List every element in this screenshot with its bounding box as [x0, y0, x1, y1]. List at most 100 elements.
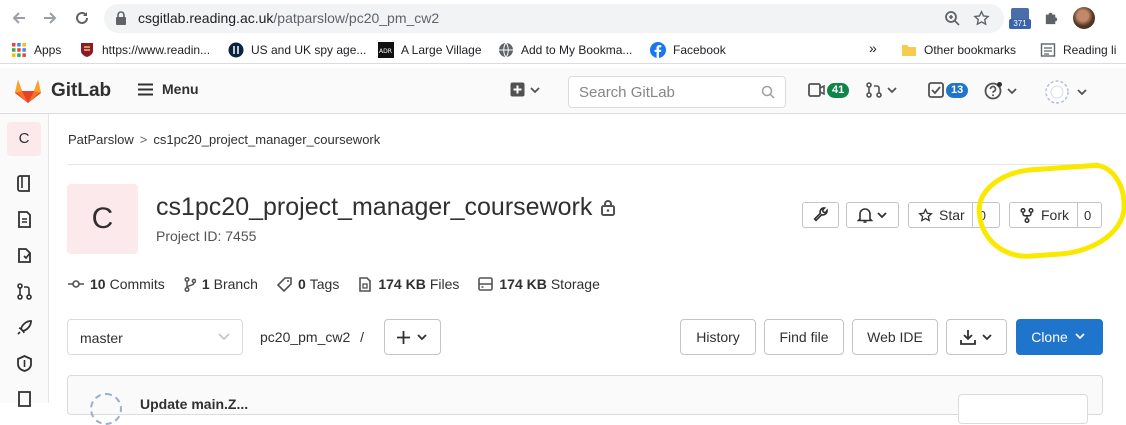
sidebar-project-avatar[interactable]: C [7, 122, 41, 156]
reading-list[interactable]: Reading li [1040, 42, 1116, 58]
todo-check-icon [928, 82, 944, 98]
forward-arrow-icon[interactable] [41, 9, 59, 27]
tags-label: Tags [309, 276, 340, 292]
notification-dropdown[interactable] [846, 202, 899, 228]
storage-icon [478, 277, 494, 291]
bookmark-spy[interactable]: US and UK spy age... [228, 42, 366, 58]
tags-stat[interactable]: 0 Tags [276, 276, 340, 292]
merge-requests-dropdown[interactable] [866, 82, 898, 98]
files-label: Files [429, 276, 460, 292]
bookmark-add[interactable]: Add to My Bookma... [498, 42, 632, 58]
download-dropdown[interactable] [946, 319, 1007, 355]
back-arrow-icon[interactable] [10, 9, 28, 27]
chevron-down-icon [887, 87, 897, 94]
user-menu-dropdown[interactable] [1044, 79, 1088, 105]
commit-icon [68, 280, 84, 288]
breadcrumb-project[interactable]: cs1pc20_project_manager_coursework [153, 132, 380, 147]
commits-stat[interactable]: 10 Commits [68, 276, 165, 292]
wrench-icon [812, 207, 828, 222]
bookmark-label: Add to My Bookma... [521, 43, 633, 57]
shield-icon[interactable] [16, 355, 33, 372]
tags-count: 0 [297, 276, 306, 292]
rocket-icon[interactable] [16, 319, 33, 336]
menu-button[interactable]: Menu [138, 81, 199, 97]
branch-selector[interactable]: master [67, 319, 243, 355]
bookmark-facebook[interactable]: Facebook [650, 42, 726, 58]
branch-count: 1 [201, 276, 210, 292]
bookmark-apps[interactable]: Apps [11, 42, 61, 58]
files-size: 174 KB [378, 276, 426, 292]
commit-message[interactable]: Update main.Z... [140, 396, 248, 412]
bookmark-village[interactable]: ADR A Large Village [378, 42, 482, 58]
extension-counter-icon[interactable]: 371 [1009, 8, 1031, 30]
zoom-icon[interactable] [944, 10, 960, 26]
commit-sha-button[interactable] [958, 394, 1088, 424]
branch-stat[interactable]: 1 Branch [184, 276, 258, 292]
history-button[interactable]: History [680, 319, 756, 355]
project-title: cs1pc20_project_manager_coursework [156, 193, 593, 221]
todos-button[interactable]: 13 [928, 82, 969, 98]
breadcrumb: PatParslow > cs1pc20_project_manager_cours… [68, 132, 380, 147]
project-id: Project ID: 7455 [156, 228, 257, 244]
files-stat[interactable]: 174 KB Files [358, 276, 459, 292]
bell-icon [856, 208, 873, 223]
storage-stat[interactable]: 174 KB Storage [478, 276, 600, 292]
reload-icon[interactable] [73, 9, 91, 27]
merge-request-icon [866, 82, 882, 98]
commit-author-avatar[interactable] [90, 393, 122, 425]
add-to-tree-dropdown[interactable] [384, 319, 441, 355]
help-dropdown[interactable] [984, 82, 1018, 100]
breadcrumb-owner[interactable]: PatParslow [68, 132, 134, 147]
url-text: csgitlab.reading.ac.uk/patparslow/pc20_p… [138, 10, 440, 26]
web-ide-button[interactable]: Web IDE [852, 319, 938, 355]
file-icon [359, 276, 372, 292]
repository-icon[interactable] [16, 175, 33, 192]
bookmarks-overflow[interactable]: » [869, 40, 877, 56]
profile-avatar[interactable] [1073, 7, 1095, 29]
breadcrumb-separator: > [139, 132, 148, 147]
facebook-icon [650, 42, 666, 58]
folder-icon [901, 42, 917, 58]
bookmark-star-icon[interactable] [973, 10, 990, 27]
issues-doc-icon[interactable] [16, 211, 33, 228]
gitlab-brand[interactable]: GitLab [51, 80, 111, 102]
project-stats: 10 Commits 1 Branch 0 Tags 174 KB Files 174 … [68, 276, 619, 292]
settings-wrench-button[interactable] [802, 202, 839, 228]
todos-count-badge: 13 [946, 82, 969, 98]
star-action[interactable]: Star [909, 207, 972, 223]
merge-request-sidebar-icon[interactable] [16, 283, 33, 300]
circle-logo-icon [228, 42, 244, 58]
find-file-button[interactable]: Find file [764, 319, 844, 355]
new-item-dropdown[interactable] [510, 82, 541, 97]
chevron-down-icon [876, 212, 887, 219]
repo-path-root[interactable]: pc20_pm_cw2 [260, 329, 350, 345]
bookmark-label: https://www.readin... [102, 43, 211, 57]
issue-board-icon[interactable] [16, 247, 33, 264]
search-input[interactable]: Search GitLab [568, 76, 786, 108]
bookmark-label: Other bookmarks [924, 43, 1017, 57]
deployments-icon[interactable] [16, 391, 33, 408]
user-avatar-icon [1045, 80, 1069, 104]
breadcrumb-divider [68, 164, 1102, 165]
commits-label: Commits [109, 276, 165, 292]
bookmarks-bar: Apps https://www.readin... US and UK spy… [0, 36, 1126, 64]
gitlab-tanuki-icon[interactable] [14, 78, 42, 104]
menu-label: Menu [162, 81, 199, 97]
address-bar[interactable]: csgitlab.reading.ac.uk/patparslow/pc20_p… [104, 4, 1004, 33]
bookmark-reading[interactable]: https://www.readin... [79, 42, 210, 58]
repo-path: pc20_pm_cw2 / [260, 329, 364, 345]
issues-button[interactable]: 41 [808, 82, 850, 98]
help-icon [984, 82, 1002, 100]
search-placeholder: Search GitLab [579, 84, 675, 101]
plus-icon [397, 330, 410, 344]
clone-dropdown[interactable]: Clone [1016, 319, 1103, 355]
chevron-down-icon [1007, 88, 1017, 95]
extensions-puzzle-icon[interactable] [1043, 9, 1060, 26]
lock-icon [115, 11, 127, 25]
search-icon [761, 85, 775, 99]
issues-icon [808, 83, 825, 97]
project-sidebar: C [0, 114, 49, 407]
gitlab-topbar: GitLab Menu Search GitLab 41 13 [0, 68, 1126, 114]
commits-count: 10 [90, 276, 106, 292]
bookmark-other[interactable]: Other bookmarks [901, 42, 1016, 58]
